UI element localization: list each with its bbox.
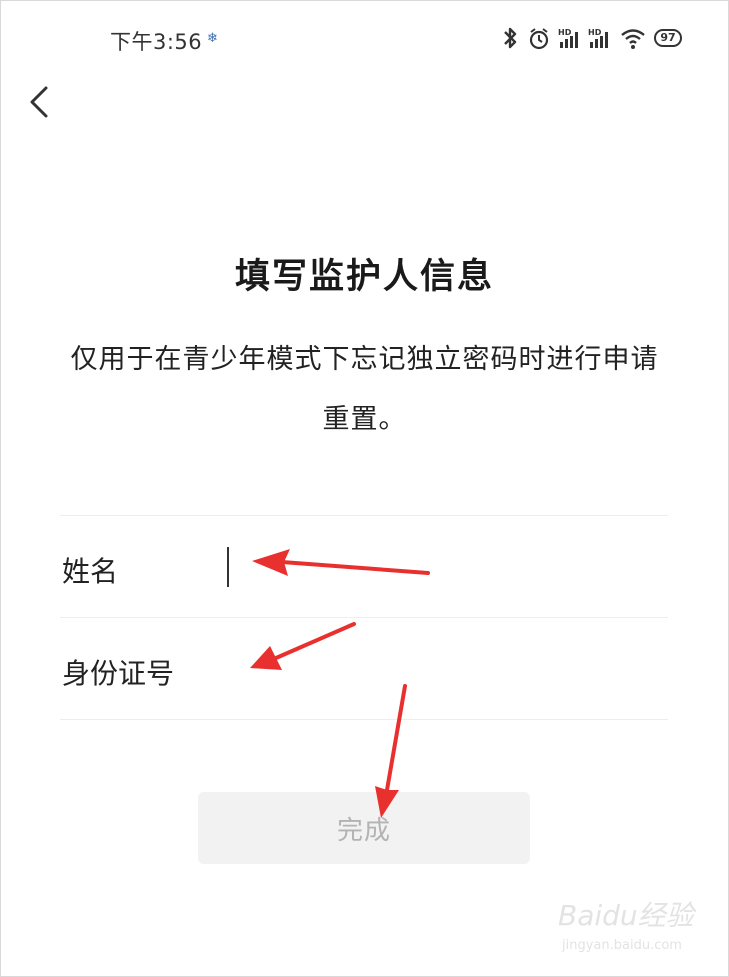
baidu-watermark: Baidu经验 jingyan.baidu.com (558, 894, 723, 964)
signal-hd-icon: HD (588, 28, 608, 48)
done-button[interactable]: 完成 (198, 792, 530, 864)
battery-icon: 97 (654, 29, 682, 47)
watermark-brand: Baidu经验 (558, 899, 694, 932)
form-divider-middle (60, 617, 668, 618)
alarm-icon (529, 28, 549, 50)
chevron-left-icon[interactable] (24, 82, 56, 126)
status-bar: 下午3:56 ❄ HD HD 97 (0, 0, 729, 78)
watermark-url: jingyan.baidu.com (562, 938, 682, 953)
bluetooth-icon (504, 27, 517, 49)
form-divider-top (60, 515, 668, 516)
svg-text:HD: HD (588, 28, 602, 37)
name-label: 姓名 (62, 555, 119, 588)
status-time: 下午3:56 (110, 30, 203, 54)
form-divider-bottom (60, 719, 668, 720)
id-number-label: 身份证号 (62, 657, 175, 690)
id-number-input[interactable] (260, 624, 672, 716)
page-subtitle: 仅用于在青少年模式下忘记独立密码时进行申请重置。 (70, 344, 659, 435)
svg-text:HD: HD (558, 28, 572, 37)
text-caret (227, 547, 229, 587)
wifi-icon (621, 29, 645, 49)
snowflake-icon: ❄ (207, 31, 218, 46)
signal-hd-icon: HD (558, 28, 578, 48)
page-title: 填写监护人信息 (234, 257, 494, 297)
name-input[interactable] (220, 522, 672, 614)
